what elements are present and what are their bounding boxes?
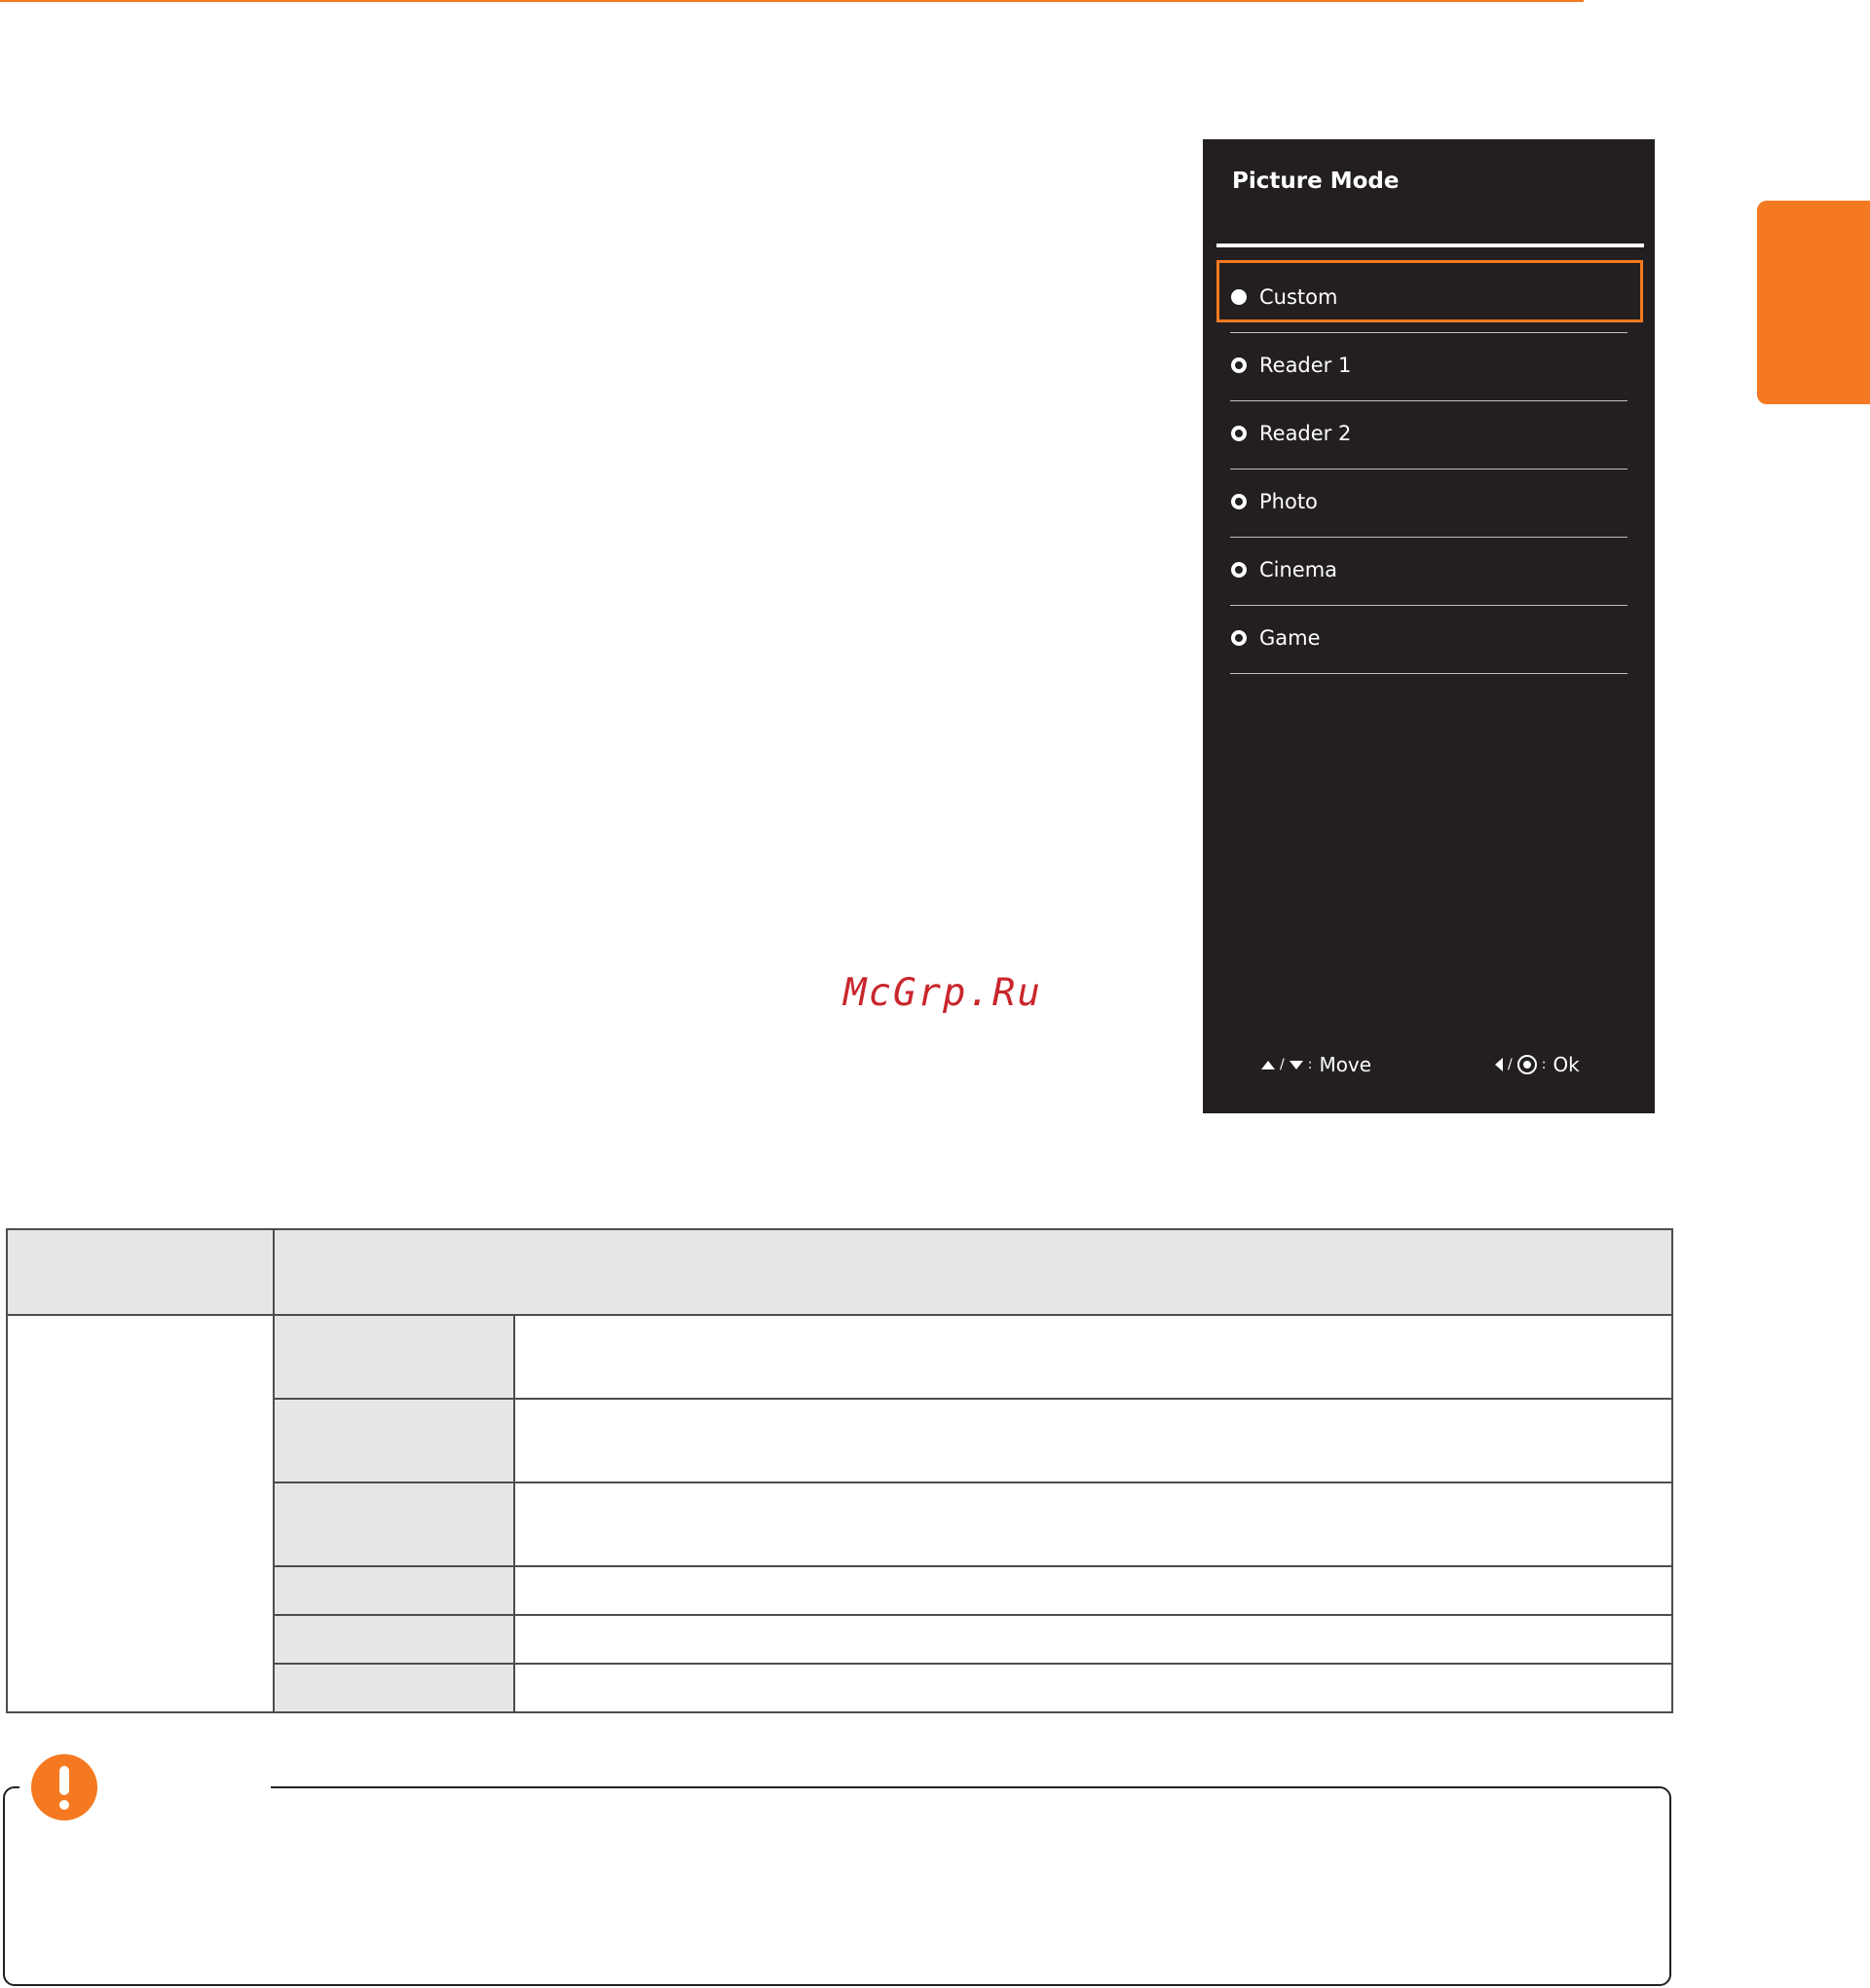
option-label: Game (1259, 626, 1321, 650)
table-option-cell (273, 1663, 515, 1713)
ok-label: Ok (1552, 1053, 1580, 1076)
radio-unselected-icon (1231, 630, 1247, 646)
option-label: Photo (1259, 490, 1318, 513)
table-option-cell (273, 1398, 515, 1483)
ok-slash: / (1508, 1057, 1513, 1072)
ok-colon: : (1541, 1057, 1547, 1072)
osd-title: Picture Mode (1232, 169, 1400, 194)
table-header-row (6, 1228, 1673, 1316)
table-description-cell (513, 1663, 1673, 1713)
picture-mode-option-cinema[interactable]: Cinema (1203, 541, 1655, 609)
option-label: Cinema (1259, 558, 1338, 581)
caution-icon (31, 1754, 97, 1820)
option-label: Reader 2 (1259, 422, 1352, 445)
move-slash: / (1280, 1057, 1285, 1072)
ok-hint: / : Ok (1495, 1053, 1580, 1076)
picture-mode-option-reader-2[interactable]: Reader 2 (1203, 404, 1655, 472)
arrow-left-icon (1495, 1058, 1503, 1071)
option-divider (1230, 400, 1627, 401)
radio-unselected-icon (1231, 562, 1247, 578)
option-divider (1230, 537, 1627, 538)
osd-title-divider (1216, 244, 1644, 247)
picture-mode-option-photo[interactable]: Photo (1203, 472, 1655, 541)
option-label: Reader 1 (1259, 354, 1352, 377)
radio-unselected-icon (1231, 494, 1247, 509)
caution-note-box (3, 1786, 1671, 1986)
table-description-cell (513, 1482, 1673, 1567)
option-divider (1230, 605, 1627, 606)
picture-mode-list: Custom Reader 1 Reader 2 Photo Cinema Ga… (1203, 260, 1655, 677)
move-hint: / : Move (1261, 1053, 1371, 1076)
arrow-up-icon (1261, 1060, 1275, 1069)
top-orange-rule (0, 0, 1584, 2)
option-label: Custom (1259, 285, 1338, 309)
arrow-down-icon (1289, 1060, 1303, 1069)
radio-unselected-icon (1231, 357, 1247, 373)
table-option-cell (273, 1565, 515, 1616)
joystick-button-icon (1516, 1055, 1537, 1074)
option-divider (1230, 673, 1627, 674)
table-description-cell (513, 1314, 1673, 1400)
table-description-cell (513, 1614, 1673, 1665)
settings-table (6, 1228, 1673, 1713)
table-description-cell (513, 1565, 1673, 1616)
table-group-cell (6, 1314, 275, 1713)
table-description-cell (513, 1398, 1673, 1483)
table-header-cell (6, 1228, 275, 1316)
picture-mode-option-reader-1[interactable]: Reader 1 (1203, 336, 1655, 404)
picture-mode-option-custom[interactable]: Custom (1203, 260, 1655, 336)
picture-mode-option-game[interactable]: Game (1203, 609, 1655, 677)
table-option-cell (273, 1314, 515, 1400)
table-option-cell (273, 1614, 515, 1665)
move-label: Move (1319, 1053, 1372, 1076)
caution-icon-bar (59, 1766, 69, 1795)
chapter-side-tab (1757, 201, 1870, 404)
watermark: McGrp.Ru (843, 971, 1042, 1015)
radio-selected-icon (1231, 289, 1247, 305)
caution-icon-dot (59, 1800, 69, 1810)
move-colon: : (1307, 1057, 1313, 1072)
picture-mode-osd-panel: Picture Mode Custom Reader 1 Reader 2 Ph… (1203, 139, 1655, 1113)
table-option-cell (273, 1482, 515, 1567)
radio-unselected-icon (1231, 426, 1247, 441)
table-header-cell (273, 1228, 1673, 1316)
option-divider (1230, 332, 1627, 333)
table-row (6, 1314, 1673, 1713)
osd-footer: / : Move / : Ok (1203, 1053, 1655, 1082)
